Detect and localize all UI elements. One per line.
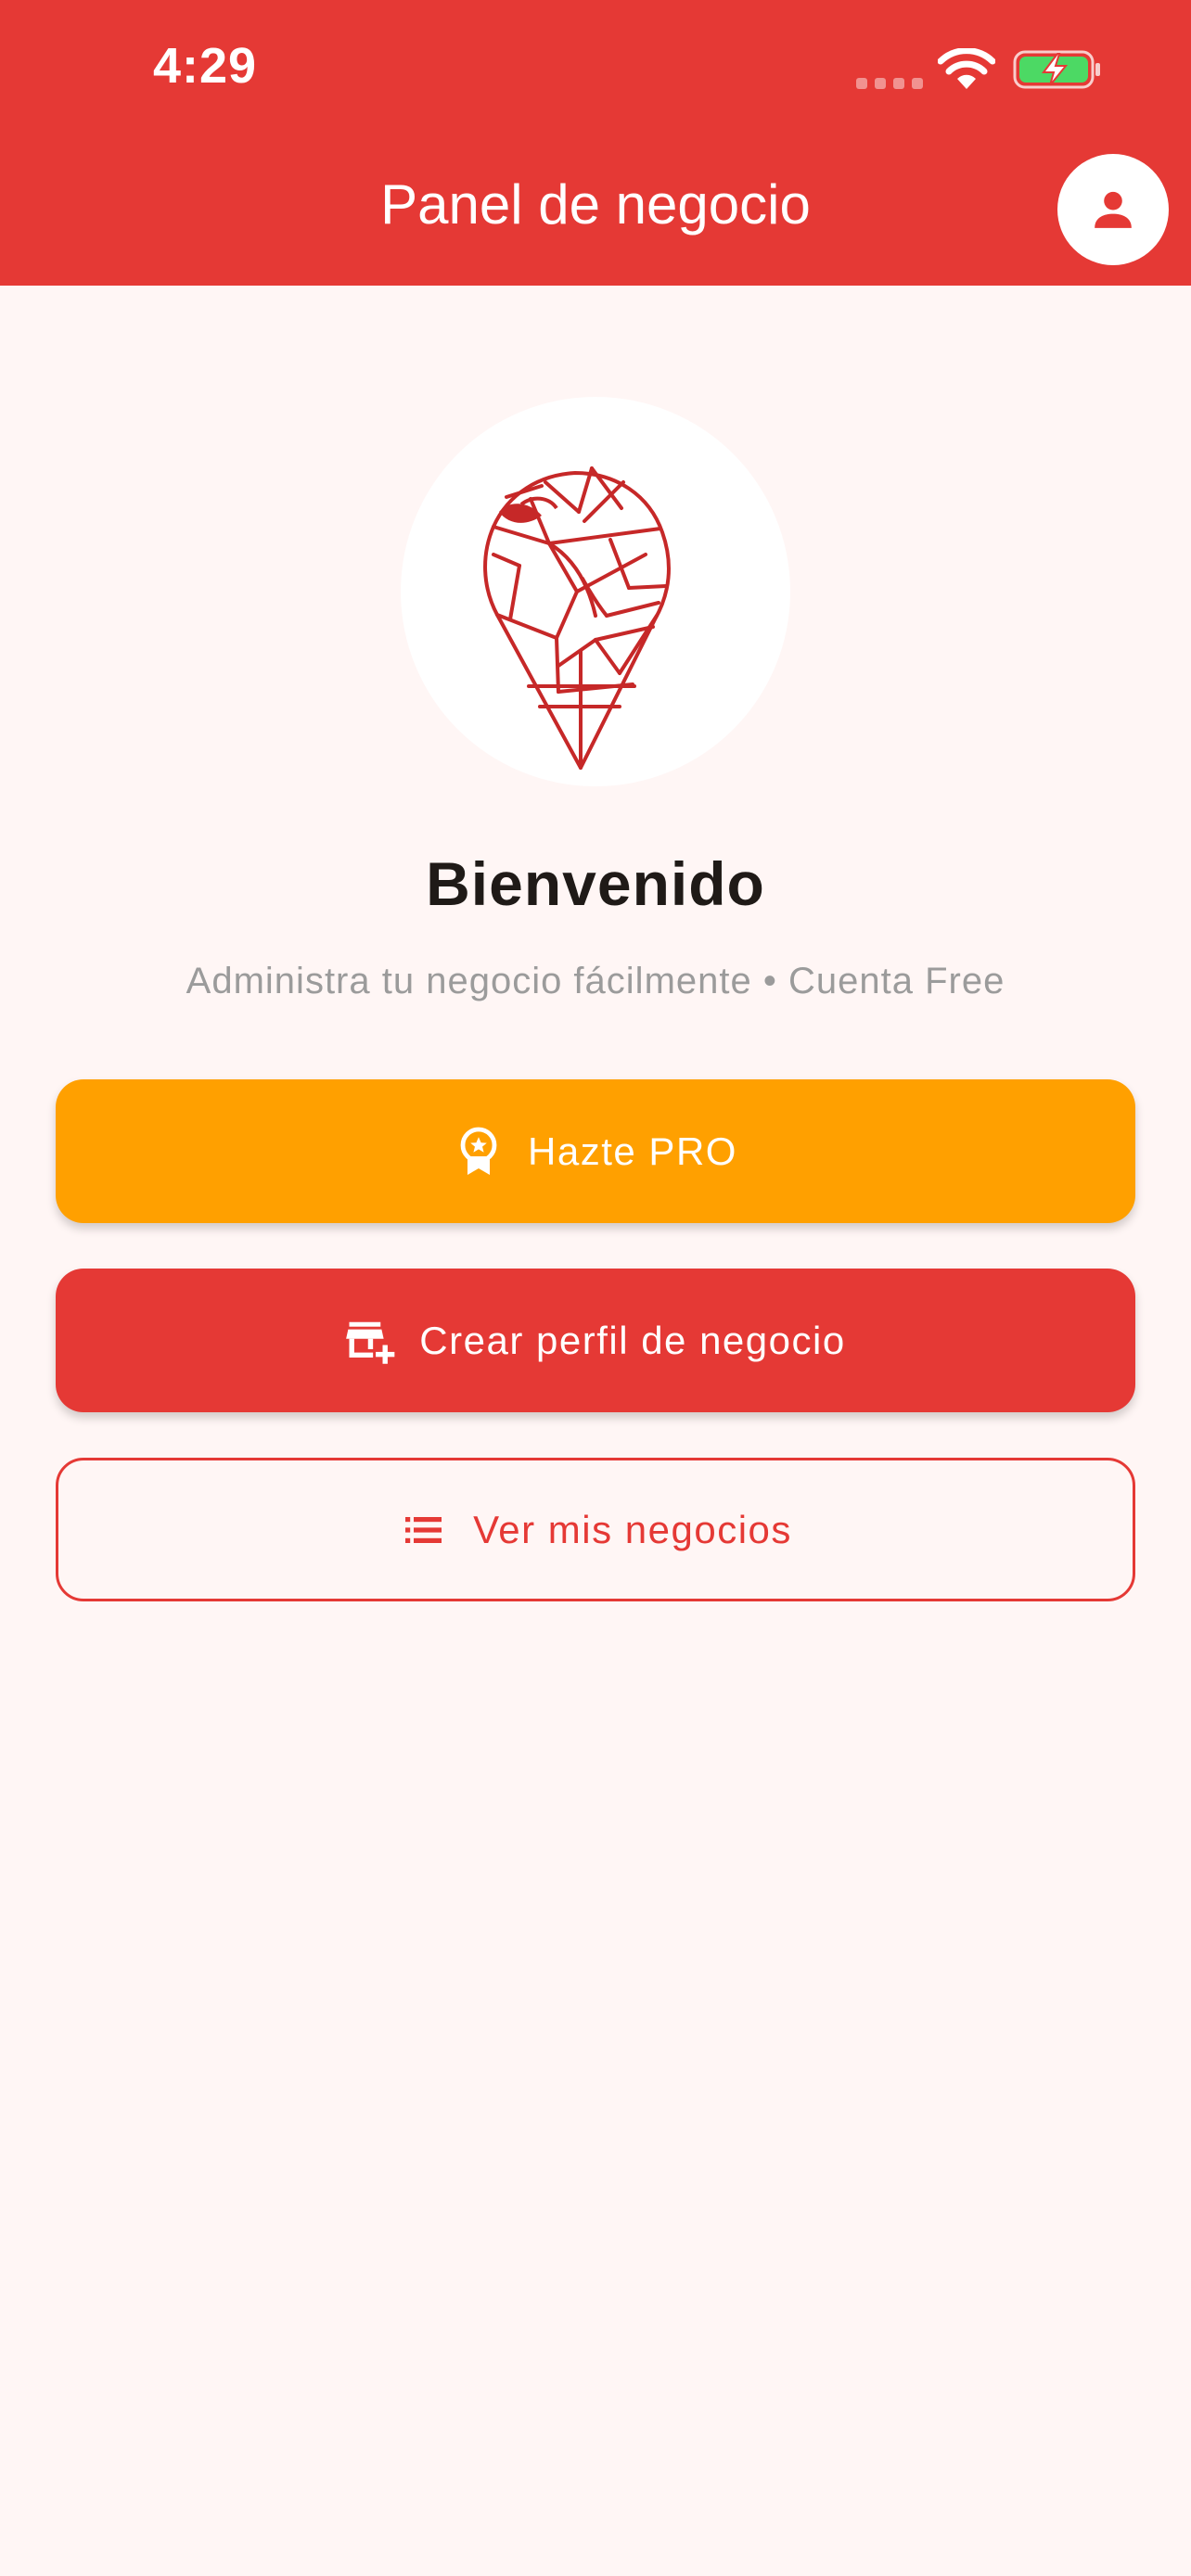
welcome-heading: Bienvenido [426,849,765,918]
cellular-signal-icon [856,78,923,89]
view-my-businesses-label: Ver mis negocios [473,1507,792,1551]
add-business-icon [345,1316,395,1366]
wifi-icon [938,48,995,89]
list-icon [399,1505,449,1555]
app-header: 4:29 Panel de negocio [0,0,1191,286]
business-logo [401,397,790,786]
business-panel-screen: 4:29 Panel de negocio Bienvenido Adminis… [0,0,1191,2576]
view-my-businesses-button[interactable]: Ver mis negocios [56,1458,1135,1601]
create-business-profile-button[interactable]: Crear perfil de negocio [56,1269,1135,1412]
premium-badge-icon [454,1127,504,1177]
battery-charging-icon [1013,50,1100,89]
status-time: 4:29 [153,38,258,94]
go-pro-label: Hazte PRO [528,1129,737,1173]
person-icon [1095,191,1132,228]
profile-button[interactable] [1057,154,1169,265]
account-subtitle: Administra tu negocio fácilmente • Cuent… [186,961,1005,1001]
create-business-profile-label: Crear perfil de negocio [419,1318,846,1362]
go-pro-button[interactable]: Hazte PRO [56,1079,1135,1223]
page-title: Panel de negocio [380,173,811,236]
location-pin-logo-icon [483,466,671,770]
